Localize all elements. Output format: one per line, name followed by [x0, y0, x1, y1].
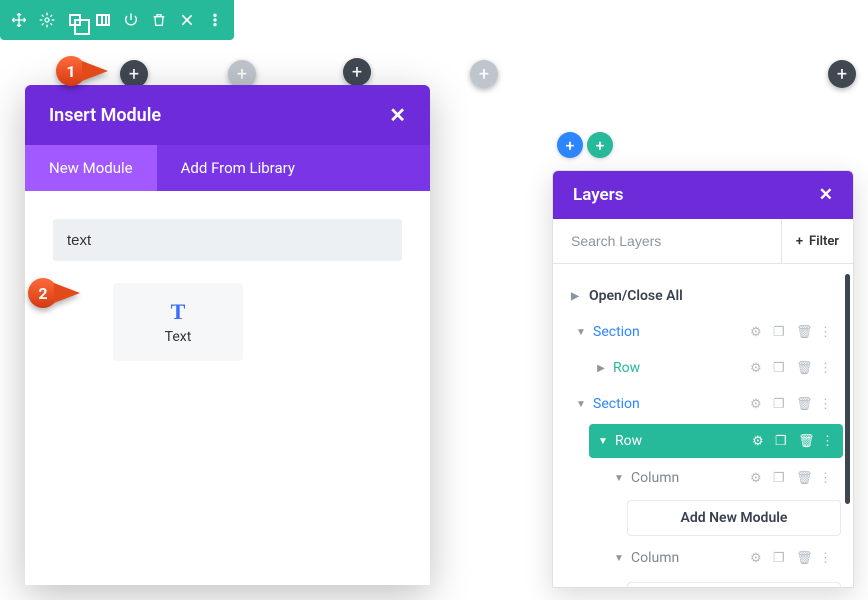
power-icon[interactable]: [118, 7, 144, 33]
layers-panel: Layers ✕ +Filter ▶ Open/Close All ▼ Sect…: [552, 170, 854, 588]
more-icon[interactable]: ⋮: [819, 471, 833, 486]
chevron-down-icon: ▼: [597, 436, 609, 447]
gear-icon[interactable]: ⚙: [750, 361, 764, 376]
tab-add-from-library[interactable]: Add From Library: [157, 145, 319, 191]
insert-module-tabs: New Module Add From Library: [25, 145, 430, 191]
close-icon[interactable]: [174, 7, 200, 33]
module-item-text[interactable]: T Text: [113, 283, 243, 361]
add-column-button[interactable]: +: [228, 60, 256, 88]
insert-module-header: Insert Module ✕: [25, 85, 430, 145]
add-column-button[interactable]: +: [470, 60, 498, 88]
insert-module-title: Insert Module: [49, 105, 161, 126]
layer-section[interactable]: ▼ Section ⚙❐🗑⋮: [569, 386, 843, 422]
close-icon[interactable]: ✕: [819, 185, 833, 205]
callout-marker-2: 2: [28, 278, 80, 308]
trash-icon[interactable]: 🗑: [796, 471, 810, 486]
more-icon[interactable]: ⋮: [821, 434, 835, 449]
chevron-right-icon: ▶: [569, 291, 581, 302]
layer-column[interactable]: ▼ Column ⚙❐🗑⋮: [607, 540, 843, 576]
add-new-module-button[interactable]: [627, 582, 841, 588]
callout-marker-1: 1: [56, 56, 108, 86]
chevron-down-icon: ▼: [575, 399, 587, 410]
trash-icon[interactable]: [146, 7, 172, 33]
duplicate-icon[interactable]: ❐: [773, 397, 787, 412]
text-module-icon: T: [171, 299, 186, 325]
move-icon[interactable]: [6, 7, 32, 33]
trash-icon[interactable]: 🗑: [796, 325, 810, 340]
duplicate-icon[interactable]: ❐: [773, 471, 787, 486]
layer-row-active[interactable]: ▼ Row ⚙❐🗑⋮: [589, 424, 843, 458]
gear-icon[interactable]: ⚙: [750, 325, 764, 340]
more-icon[interactable]: ⋮: [819, 551, 833, 566]
more-icon[interactable]: [202, 7, 228, 33]
more-icon[interactable]: ⋮: [819, 397, 833, 412]
duplicate-icon[interactable]: ❐: [773, 361, 787, 376]
columns-icon[interactable]: [90, 7, 116, 33]
trash-icon[interactable]: 🗑: [798, 434, 812, 449]
chevron-down-icon: ▼: [575, 327, 587, 338]
layers-search-input[interactable]: [553, 219, 781, 263]
gear-icon[interactable]: ⚙: [750, 471, 764, 486]
module-search-input[interactable]: [53, 219, 402, 261]
duplicate-icon[interactable]: [62, 7, 88, 33]
layers-quick-add: + +: [557, 132, 613, 158]
duplicate-icon[interactable]: ❐: [775, 434, 789, 449]
section-toolbar: [0, 0, 234, 40]
open-close-all[interactable]: ▶ Open/Close All: [553, 278, 853, 314]
trash-icon[interactable]: 🗑: [796, 361, 810, 376]
add-row-icon[interactable]: +: [587, 132, 613, 158]
tab-new-module[interactable]: New Module: [25, 145, 157, 191]
duplicate-icon[interactable]: ❐: [773, 551, 787, 566]
gear-icon[interactable]: ⚙: [750, 397, 764, 412]
scrollbar[interactable]: [845, 274, 850, 504]
add-section-icon[interactable]: +: [557, 132, 583, 158]
filter-button[interactable]: +Filter: [781, 219, 853, 263]
more-icon[interactable]: ⋮: [819, 361, 833, 376]
gear-icon[interactable]: ⚙: [750, 551, 764, 566]
close-icon[interactable]: ✕: [389, 103, 406, 127]
add-column-button[interactable]: +: [343, 58, 371, 86]
layer-section[interactable]: ▼ Section ⚙❐🗑⋮: [569, 314, 843, 350]
add-column-button[interactable]: +: [828, 60, 856, 88]
trash-icon[interactable]: 🗑: [796, 397, 810, 412]
text-module-label: Text: [165, 329, 192, 345]
chevron-down-icon: ▼: [613, 553, 625, 564]
insert-module-panel: Insert Module ✕ New Module Add From Libr…: [25, 85, 430, 585]
add-column-button[interactable]: +: [120, 60, 148, 88]
layers-title: Layers: [573, 185, 624, 205]
layer-row[interactable]: ▶ Row ⚙❐🗑⋮: [589, 350, 843, 386]
add-new-module-button[interactable]: Add New Module: [627, 500, 841, 536]
layers-header: Layers ✕: [553, 171, 853, 219]
chevron-right-icon: ▶: [595, 363, 607, 374]
duplicate-icon[interactable]: ❐: [773, 325, 787, 340]
gear-icon[interactable]: ⚙: [752, 434, 766, 449]
trash-icon[interactable]: 🗑: [796, 551, 810, 566]
chevron-down-icon: ▼: [613, 473, 625, 484]
plus-icon: +: [796, 234, 803, 249]
gear-icon[interactable]: [34, 7, 60, 33]
layer-column[interactable]: ▼ Column ⚙❐🗑⋮: [607, 460, 843, 496]
more-icon[interactable]: ⋮: [819, 325, 833, 340]
